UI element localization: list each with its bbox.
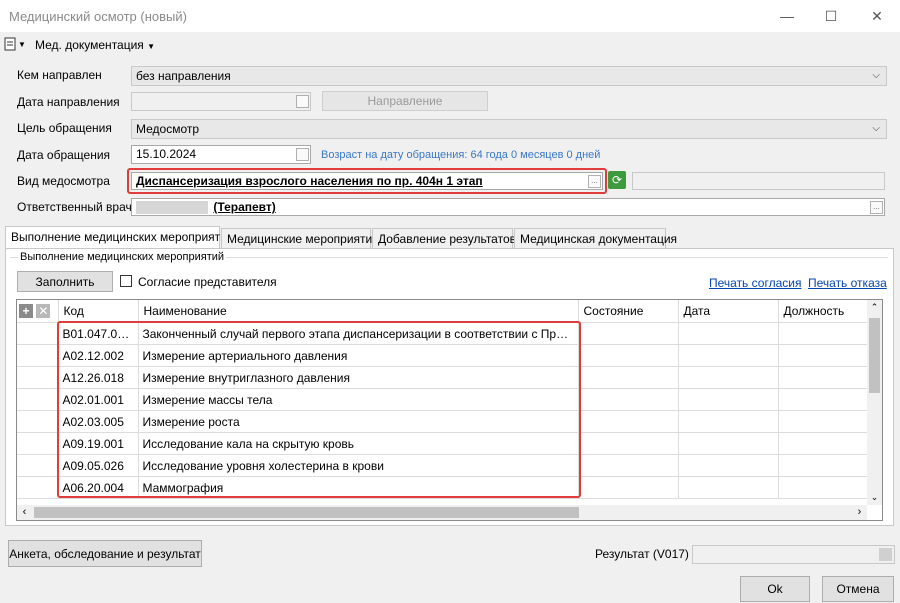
toolbar-header: + ✕: [17, 300, 59, 323]
visit-date-input[interactable]: 15.10.2024: [131, 145, 311, 164]
column-header-status[interactable]: Состояние: [578, 300, 679, 323]
visit-date-label: Дата обращения: [17, 148, 111, 162]
tab-medical-documents[interactable]: Медицинская документация: [514, 228, 677, 248]
horizontal-scroll-thumb[interactable]: [34, 507, 579, 518]
chevron-down-icon: ⌵: [872, 70, 880, 81]
exam-type-label: Вид медосмотра: [17, 174, 110, 188]
fill-button[interactable]: Заполнить: [17, 271, 113, 292]
group-title: Выполнение медицинских мероприятий: [18, 251, 227, 263]
age-info: Возраст на дату обращения: 64 года 0 мес…: [321, 149, 601, 161]
add-icon[interactable]: +: [19, 304, 33, 318]
scroll-up-icon[interactable]: ⌃: [867, 300, 882, 315]
column-header-name[interactable]: Наименование: [138, 300, 579, 323]
med-docs-menu[interactable]: Мед. документация ▼: [35, 38, 155, 52]
refresh-icon[interactable]: ⟳: [608, 171, 626, 189]
table-row[interactable]: A02.12.002 Измерение артериального давлен…: [17, 344, 868, 367]
referred-by-select[interactable]: без направления ⌵: [131, 66, 887, 86]
table-row[interactable]: A06.20.004 Маммография: [17, 476, 868, 499]
table-row[interactable]: A02.03.005 Измерение роста: [17, 410, 868, 433]
tab-execution[interactable]: Выполнение медицинских мероприятий: [5, 226, 234, 249]
scroll-right-icon[interactable]: ›: [852, 505, 867, 520]
vertical-scroll-thumb[interactable]: [869, 318, 880, 393]
close-icon[interactable]: ✕: [854, 0, 900, 32]
result-picker-icon: [879, 548, 892, 561]
column-header-date[interactable]: Дата: [678, 300, 779, 323]
result-label: Результат (V017): [595, 547, 689, 561]
tab-add-results[interactable]: Добавление результатов: [372, 228, 516, 248]
exam-type-field[interactable]: Диспансеризация взрослого населения по п…: [131, 172, 603, 190]
exam-extra-field: [632, 172, 885, 190]
table-row[interactable]: A09.05.026 Исследование уровня холестерин…: [17, 454, 868, 477]
delete-icon[interactable]: ✕: [36, 304, 51, 318]
referred-by-label: Кем направлен: [17, 68, 102, 82]
tab-medical-activities[interactable]: Медицинские мероприятия: [221, 228, 379, 248]
result-field: [692, 545, 895, 564]
print-consent-link[interactable]: Печать согласия: [709, 276, 801, 290]
minimize-icon[interactable]: —: [764, 0, 810, 32]
referral-date-label: Дата направления: [17, 95, 120, 109]
scroll-left-icon[interactable]: ‹: [17, 505, 32, 520]
activities-table: + ✕ Код Наименование Состояние Дата Долж…: [16, 299, 883, 521]
calendar-icon[interactable]: [296, 148, 309, 161]
table-row[interactable]: A02.01.001 Измерение массы тела: [17, 388, 868, 411]
print-refusal-link[interactable]: Печать отказа: [808, 276, 887, 290]
column-header-code[interactable]: Код: [58, 300, 139, 323]
scroll-down-icon[interactable]: ⌄: [867, 490, 882, 505]
purpose-label: Цель обращения: [17, 121, 112, 135]
redacted-name: [136, 201, 208, 215]
referral-date-input[interactable]: [131, 92, 311, 111]
ellipsis-icon[interactable]: ...: [870, 201, 883, 214]
consent-checkbox[interactable]: [120, 275, 132, 287]
consent-label: Согласие представителя: [138, 275, 277, 289]
calendar-icon[interactable]: [296, 95, 309, 108]
doctor-label: Ответственный врач: [17, 200, 132, 214]
column-header-position[interactable]: Должность: [778, 300, 868, 323]
table-row[interactable]: B01.047.001... Законченный случай первого…: [17, 322, 868, 345]
horizontal-scrollbar[interactable]: ‹ ›: [17, 505, 867, 520]
ellipsis-icon[interactable]: ...: [588, 175, 601, 188]
referral-button[interactable]: Направление: [322, 91, 488, 111]
table-row[interactable]: A12.26.018 Измерение внутриглазного давле…: [17, 366, 868, 389]
doctor-field[interactable]: (Терапевт): [131, 198, 885, 216]
cancel-button[interactable]: Отмена: [822, 576, 894, 602]
chevron-down-icon: ⌵: [872, 123, 880, 134]
purpose-select[interactable]: Медосмотр ⌵: [131, 119, 887, 139]
table-row[interactable]: A09.19.001 Исследование кала на скрытую к…: [17, 432, 868, 455]
document-menu-icon[interactable]: ▼: [4, 37, 26, 51]
maximize-icon[interactable]: ☐: [808, 0, 854, 32]
ok-button[interactable]: Ok: [740, 576, 810, 602]
window-title: Медицинский осмотр (новый): [9, 9, 187, 24]
vertical-scrollbar[interactable]: ⌃ ⌄: [867, 300, 882, 505]
survey-button[interactable]: Анкета, обследование и результат: [8, 540, 202, 567]
